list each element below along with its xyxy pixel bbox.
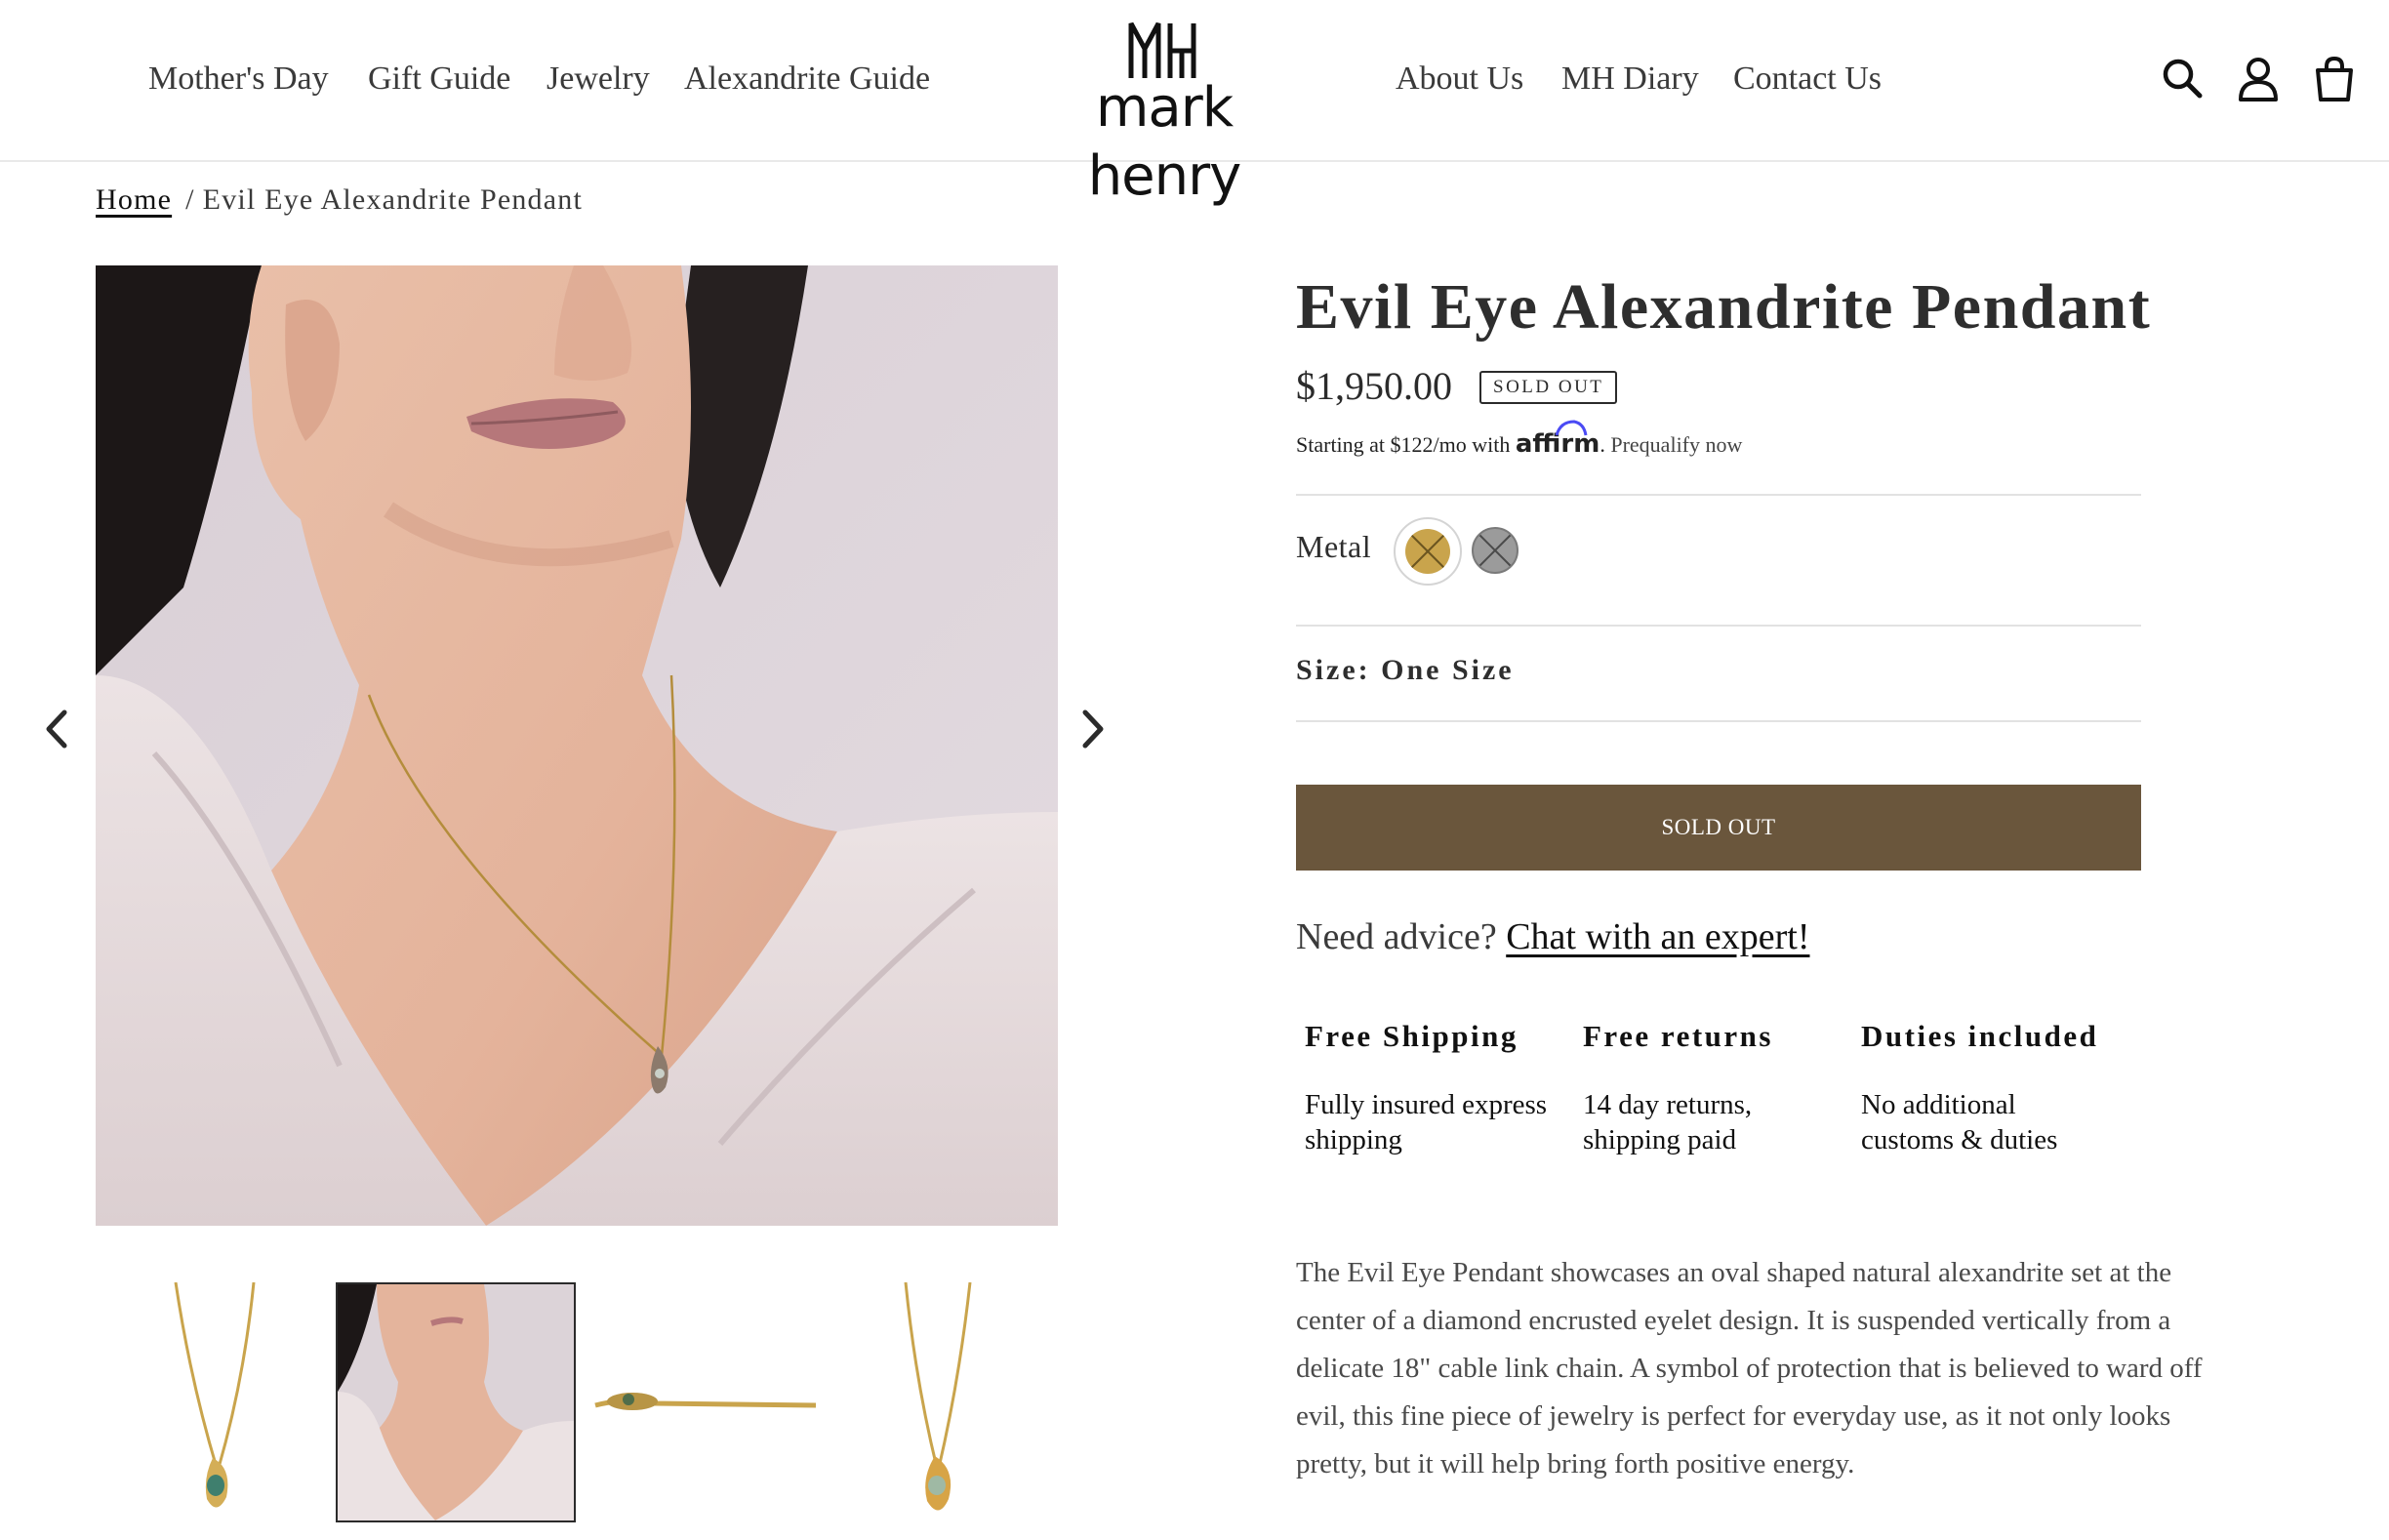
advice-line: Need advice? Chat with an expert!: [1296, 915, 1810, 958]
breadcrumb-separator: /: [185, 183, 195, 216]
advice-text: Need advice?: [1296, 916, 1497, 957]
logo-text: mark henry: [1087, 76, 1242, 208]
affirm-logo: affirm: [1516, 420, 1599, 459]
search-icon[interactable]: [2161, 55, 2204, 103]
unavailable-cross-icon: [1478, 534, 1512, 567]
product-thumbnail-4[interactable]: [818, 1282, 1058, 1522]
breadcrumb: Home / Evil Eye Alexandrite Pendant: [96, 183, 583, 217]
site-header: Mother's Day Gift Guide Jewelry Alexandr…: [0, 0, 2389, 208]
affirm-financing-note: Starting at $122/mo with affirm. Prequal…: [1296, 420, 1742, 459]
product-main-image[interactable]: [96, 265, 1058, 1226]
site-logo[interactable]: mark henry: [1023, 20, 1306, 208]
chat-with-expert-link[interactable]: Chat with an expert!: [1506, 916, 1809, 957]
product-thumbnail-1[interactable]: [98, 1282, 338, 1522]
logo-monogram: [1128, 21, 1196, 78]
breadcrumb-home-link[interactable]: Home: [96, 183, 172, 216]
cart-icon[interactable]: [2313, 55, 2356, 103]
nav-mothers-day[interactable]: Mother's Day: [148, 61, 329, 98]
pendant-side-image: [594, 1393, 817, 1410]
divider: [1296, 720, 2141, 722]
metal-label: Metal: [1296, 529, 1372, 564]
feature-title-free-returns: Free returns: [1583, 1019, 1773, 1053]
model-wearing-thumbnail-image: [338, 1284, 574, 1520]
product-thumbnail-3[interactable]: [586, 1282, 826, 1522]
chevron-right-icon[interactable]: [1073, 703, 1113, 755]
product-title: Evil Eye Alexandrite Pendant: [1296, 271, 2152, 343]
pendant-angle-image: [904, 1282, 972, 1511]
affirm-arc-icon: [1555, 420, 1588, 436]
prequalify-link[interactable]: Prequalify now: [1610, 432, 1742, 457]
metal-swatch-white-gold[interactable]: [1472, 527, 1518, 574]
nav-jewelry[interactable]: Jewelry: [547, 61, 650, 98]
product-price: $1,950.00: [1296, 364, 1452, 408]
metal-swatch-yellow-gold[interactable]: [1405, 529, 1450, 574]
nav-contact-us[interactable]: Contact Us: [1733, 61, 1882, 98]
affirm-prefix: Starting at $122/mo with: [1296, 432, 1511, 457]
nav-mh-diary[interactable]: MH Diary: [1561, 61, 1699, 98]
feature-text-free-shipping: Fully insured express shipping: [1305, 1089, 1548, 1155]
divider: [1296, 494, 2141, 496]
account-icon[interactable]: [2237, 55, 2280, 103]
divider: [1296, 625, 2141, 627]
feature-title-duties-included: Duties included: [1861, 1019, 2099, 1053]
feature-title-free-shipping: Free Shipping: [1305, 1019, 1518, 1053]
nav-about-us[interactable]: About Us: [1396, 61, 1523, 98]
feature-text-duties-included: No additional customs & duties: [1861, 1089, 2058, 1155]
sold-out-badge: SOLD OUT: [1479, 371, 1618, 404]
breadcrumb-current: Evil Eye Alexandrite Pendant: [202, 183, 584, 216]
nav-gift-guide[interactable]: Gift Guide: [368, 61, 510, 98]
unavailable-cross-icon: [1410, 534, 1445, 569]
model-wearing-pendant-image: [96, 265, 1058, 1226]
pendant-front-image: [174, 1282, 256, 1508]
sold-out-button[interactable]: SOLD OUT: [1296, 785, 2141, 871]
product-thumbnail-2[interactable]: [336, 1282, 576, 1522]
feature-text-free-returns: 14 day returns, shipping paid: [1583, 1089, 1753, 1155]
affirm-suffix: .: [1599, 432, 1605, 457]
chevron-left-icon[interactable]: [37, 703, 76, 755]
product-description: The Evil Eye Pendant showcases an oval s…: [1296, 1257, 2203, 1479]
nav-alexandrite-guide[interactable]: Alexandrite Guide: [684, 61, 930, 98]
size-label: Size: One Size: [1296, 654, 1515, 686]
